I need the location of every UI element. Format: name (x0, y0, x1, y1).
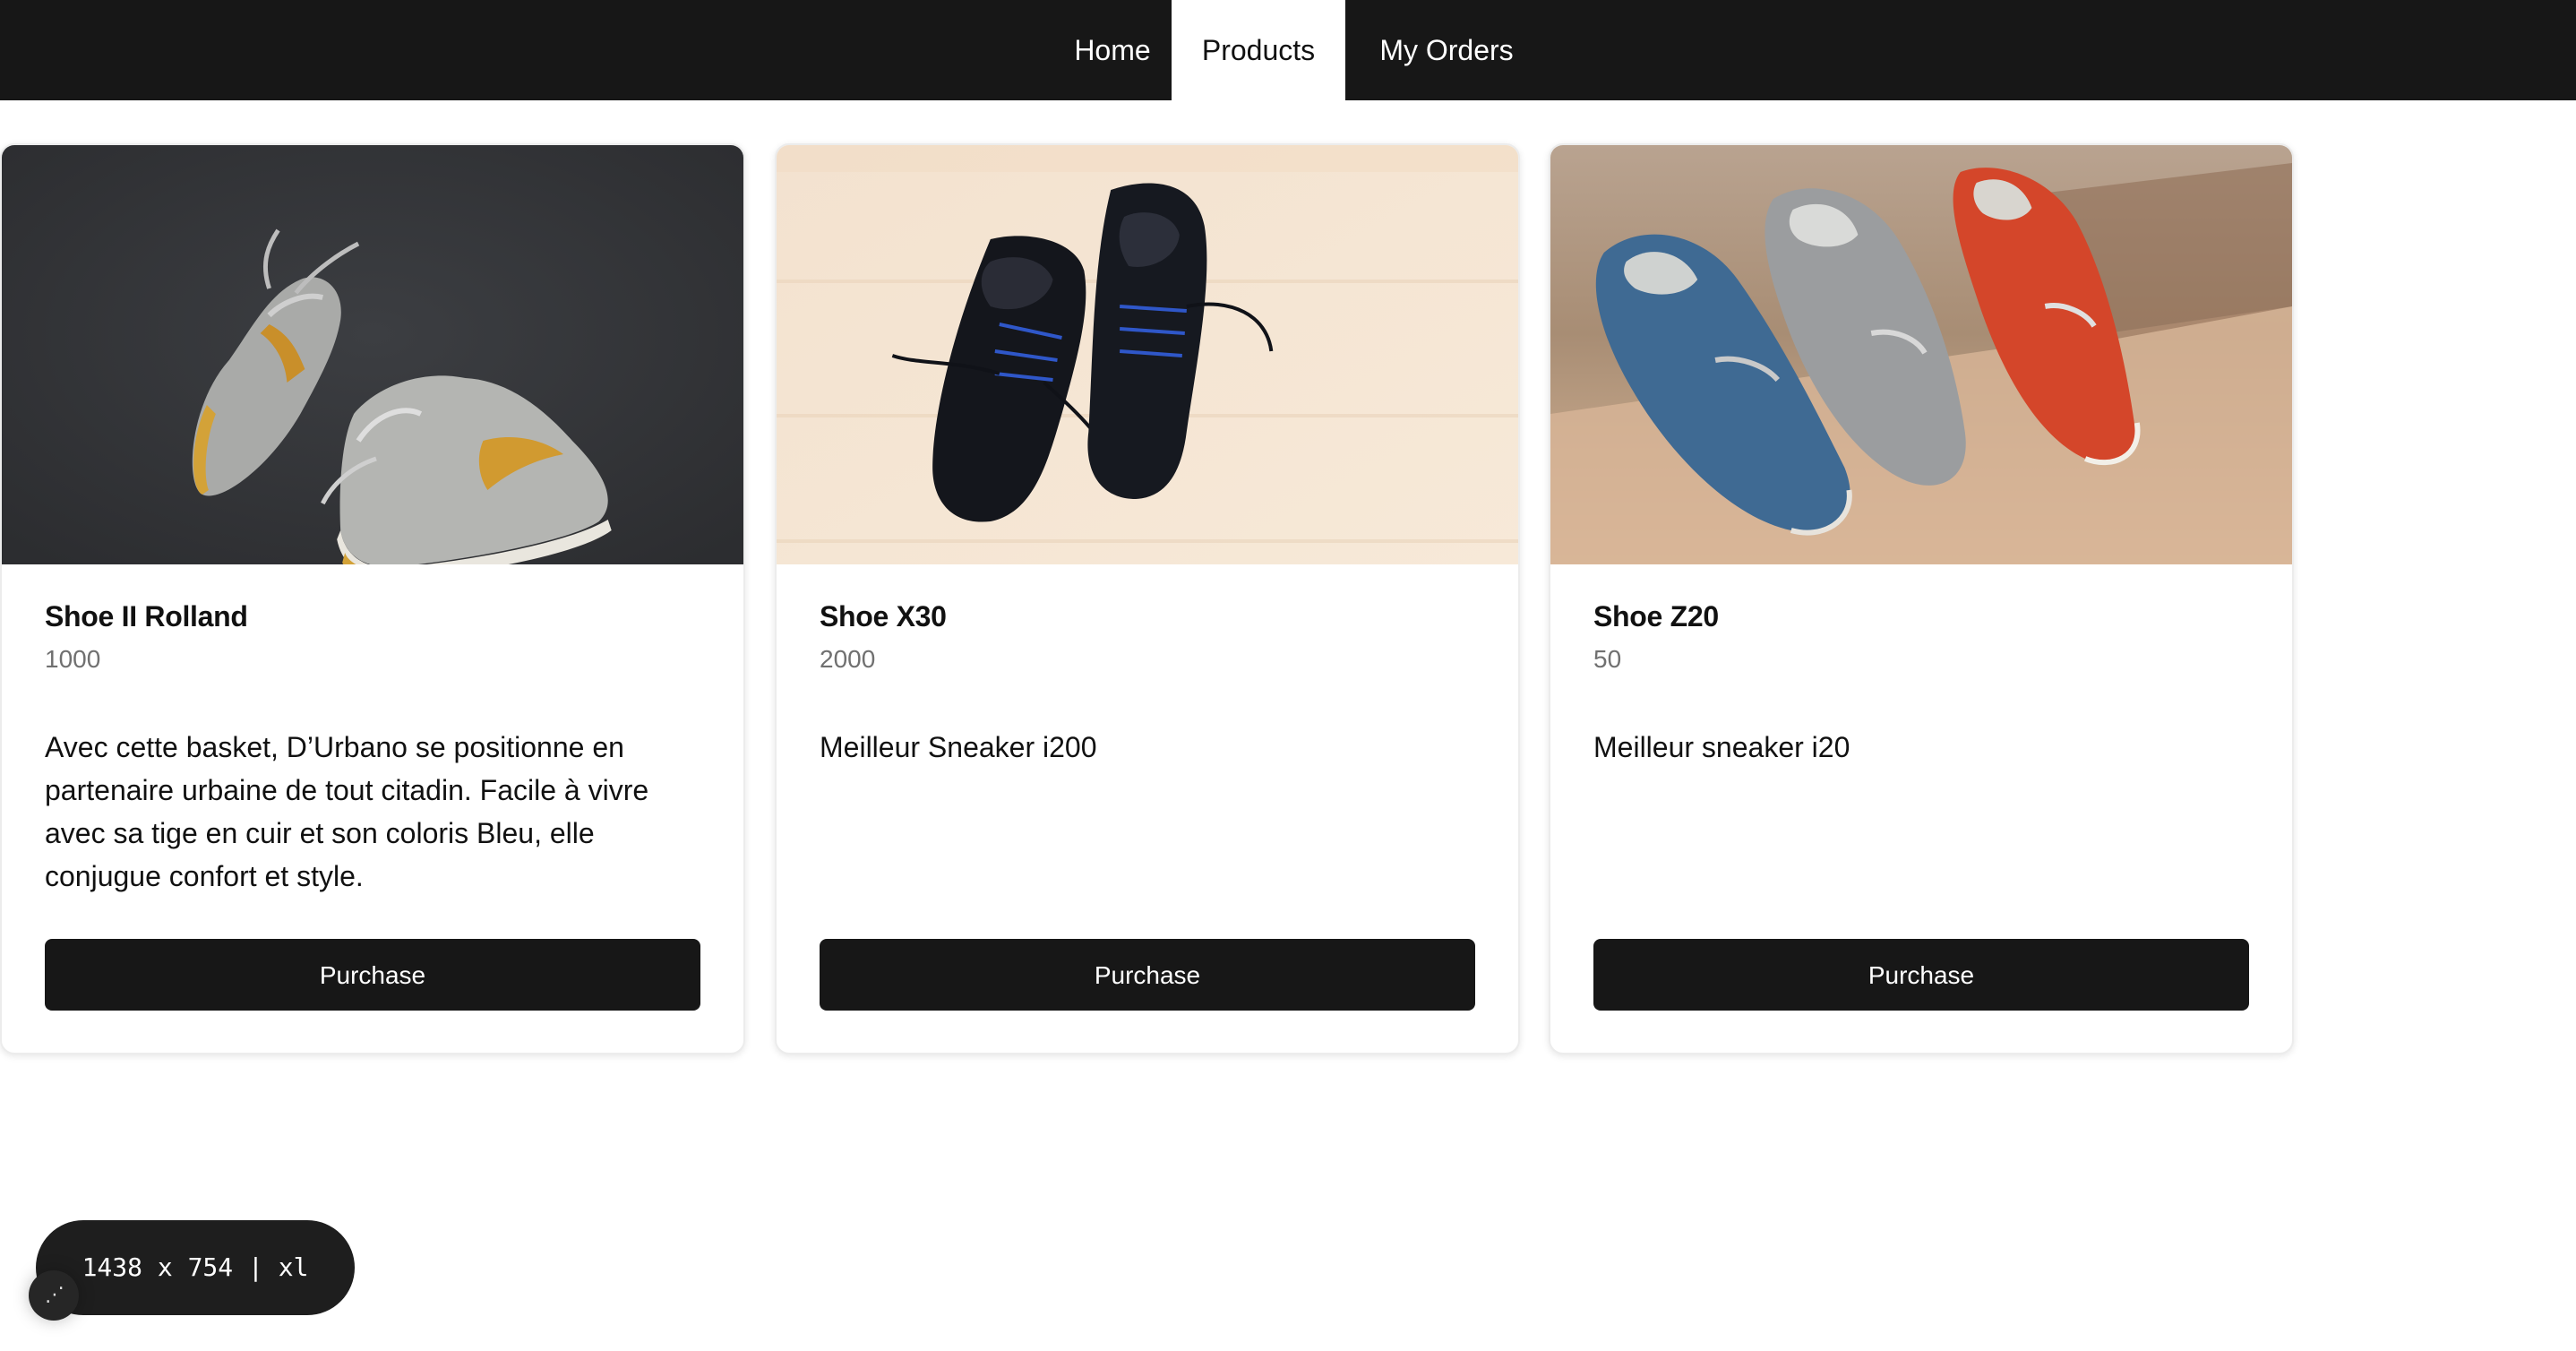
top-navbar: Home Products My Orders (0, 0, 2576, 100)
grey-high-top-sneakers-image (2, 145, 743, 564)
nav-item-products[interactable]: Products (1172, 0, 1345, 100)
purchase-button[interactable]: Purchase (1593, 939, 2249, 1011)
product-title: Shoe X30 (820, 600, 947, 632)
product-card: Shoe X30 2000 Meilleur Sneaker i200 Purc… (775, 143, 1520, 1054)
product-title: Shoe II Rolland (45, 600, 248, 632)
purchase-button[interactable]: Purchase (820, 939, 1475, 1011)
product-card: Shoe II Rolland 1000 Avec cette basket, … (0, 143, 745, 1054)
product-image (777, 145, 1518, 564)
product-price: 1000 (45, 645, 101, 673)
devtools-toggle-icon[interactable]: ⋰ (29, 1270, 79, 1321)
product-image (1550, 145, 2292, 564)
product-title: Shoe Z20 (1593, 600, 1719, 632)
product-price: 2000 (820, 645, 876, 673)
colored-loafers-image (1550, 145, 2292, 564)
product-card: Shoe Z20 50 Meilleur sneaker i20 Purchas… (1549, 143, 2294, 1054)
product-description: Meilleur sneaker i20 (1593, 731, 1850, 763)
purchase-button[interactable]: Purchase (45, 939, 700, 1011)
product-price: 50 (1593, 645, 1622, 673)
product-description: Meilleur Sneaker i200 (820, 731, 1097, 763)
nav-item-home[interactable]: Home (1053, 0, 1172, 100)
breakpoint-indicator: 1438 x 754 | xl (36, 1220, 355, 1315)
black-oxford-shoes-image (777, 145, 1518, 564)
product-description: Avec cette basket, D’Urbano se positionn… (45, 731, 649, 892)
product-image (2, 145, 743, 564)
nav-item-my-orders[interactable]: My Orders (1345, 0, 1548, 100)
